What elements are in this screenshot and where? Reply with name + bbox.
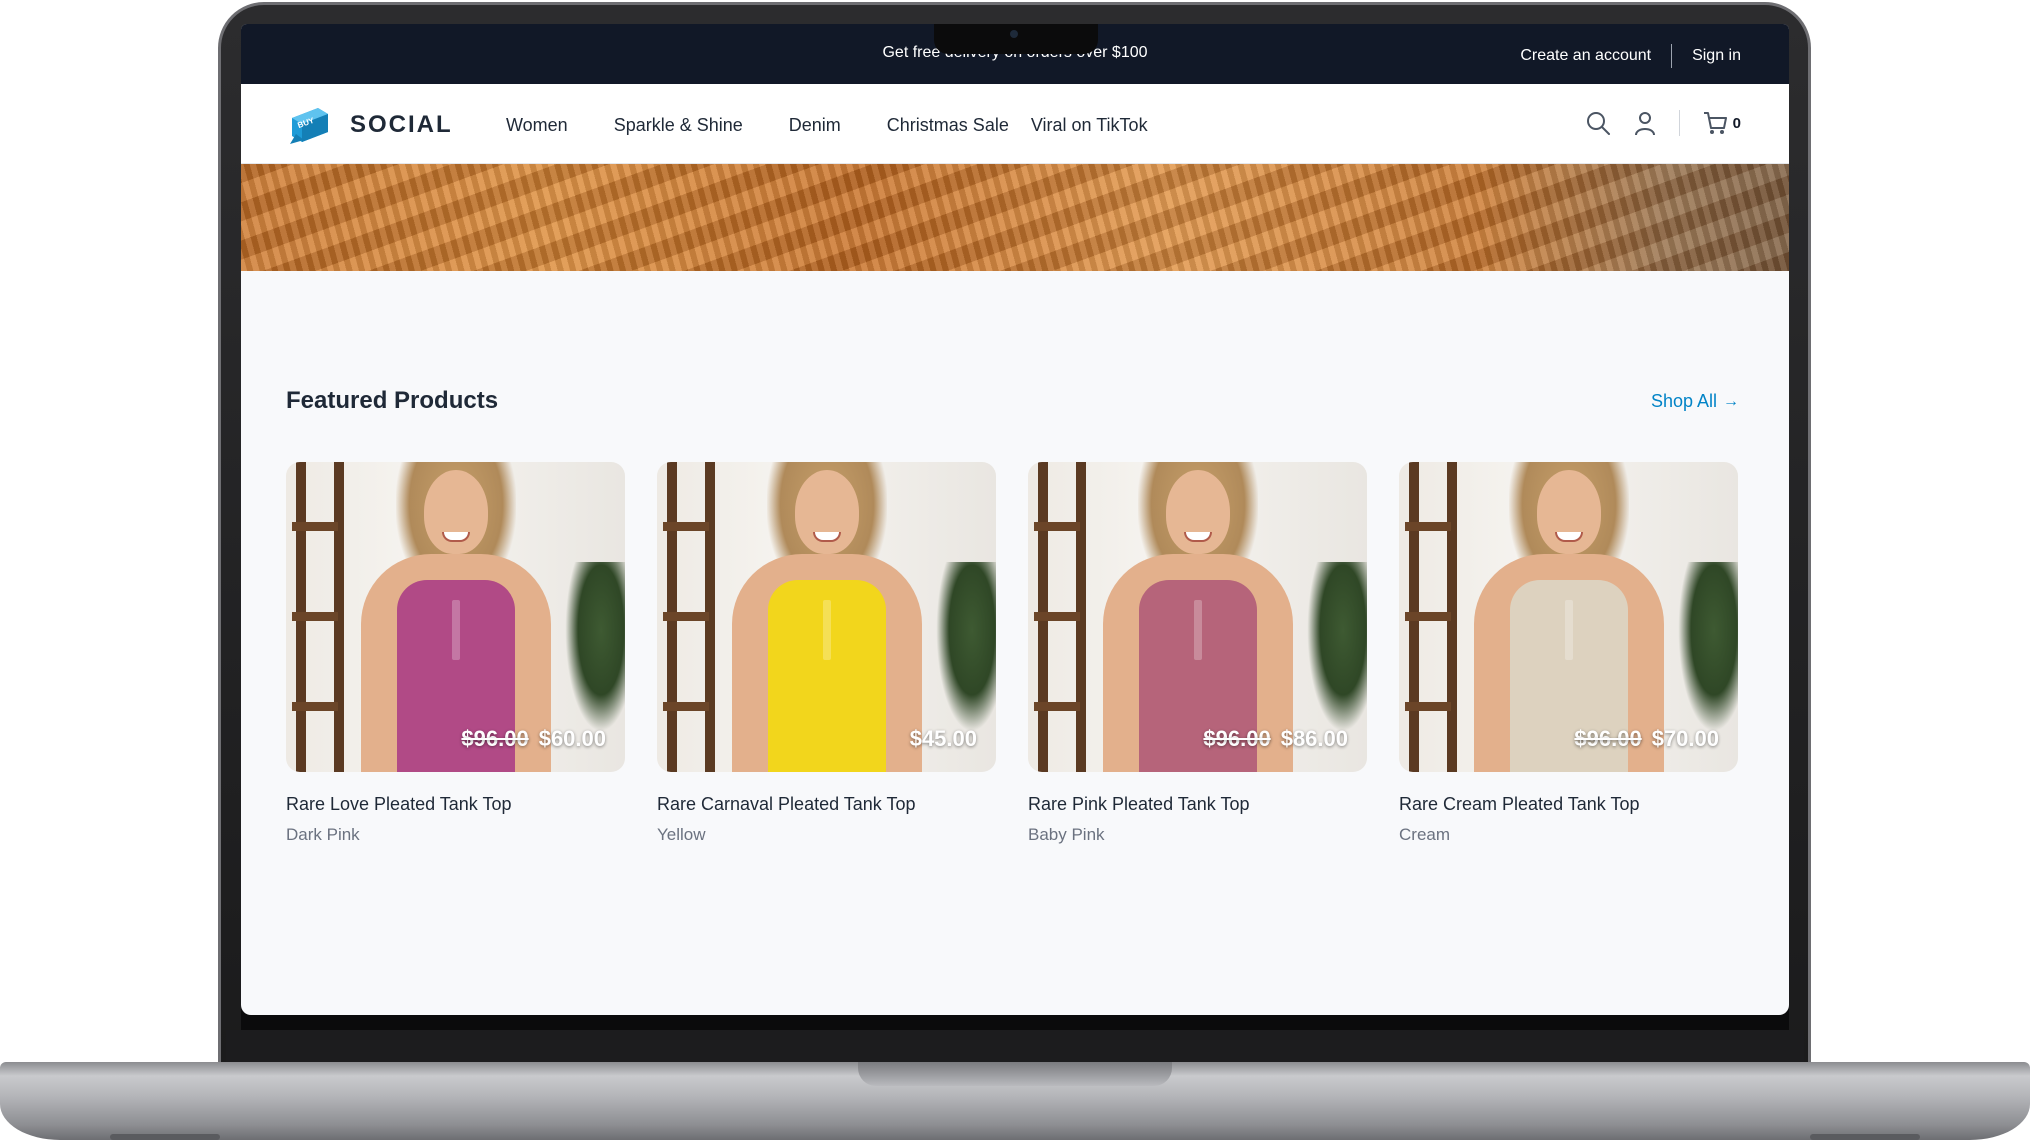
model-smile bbox=[1183, 532, 1212, 542]
laptop-foot bbox=[1810, 1134, 1920, 1140]
shop-all-link[interactable]: Shop All → bbox=[1651, 391, 1739, 412]
tank-placket bbox=[451, 600, 460, 660]
model-face bbox=[1165, 470, 1230, 554]
ladder-rung bbox=[1034, 702, 1080, 711]
product-grid: $96.00 $60.00 Rare Love Pleated Tank Top… bbox=[286, 462, 1738, 845]
site-header: BUY SOCIAL Women Sparkle & Shine Denim C… bbox=[241, 84, 1789, 164]
product-card[interactable]: $96.00 $70.00 Rare Cream Pleated Tank To… bbox=[1399, 462, 1738, 845]
model-face bbox=[794, 470, 859, 554]
laptop-opening-notch bbox=[858, 1062, 1172, 1086]
ladder-rung bbox=[1034, 612, 1080, 621]
product-name[interactable]: Rare Love Pleated Tank Top bbox=[286, 794, 625, 815]
ladder-rung bbox=[663, 522, 709, 531]
ladder-rung bbox=[663, 702, 709, 711]
screen: Get free delivery on orders over $100 Cr… bbox=[241, 24, 1789, 1015]
divider bbox=[1678, 110, 1680, 136]
price-tag: $96.00 $70.00 bbox=[1574, 726, 1719, 752]
account-links: Create an account Sign in bbox=[1520, 44, 1741, 68]
cart-icon[interactable] bbox=[1702, 110, 1728, 136]
product-image[interactable]: $96.00 $70.00 bbox=[1399, 462, 1738, 772]
camera-notch bbox=[934, 24, 1098, 54]
ladder-rung bbox=[1405, 702, 1451, 711]
nav-item-sparkle-shine[interactable]: Sparkle & Shine bbox=[614, 115, 743, 136]
nav-item-denim[interactable]: Denim bbox=[789, 115, 841, 136]
product-color: Yellow bbox=[657, 825, 706, 844]
product-image[interactable]: $45.00 bbox=[657, 462, 996, 772]
sale-price: $70.00 bbox=[1651, 726, 1719, 751]
sale-price: $45.00 bbox=[909, 726, 977, 751]
price-tag: $96.00 $60.00 bbox=[461, 726, 606, 752]
divider bbox=[1671, 44, 1673, 68]
original-price: $96.00 bbox=[1574, 726, 1642, 751]
featured-products-section: Featured Products Shop All → $96.00 $60.… bbox=[241, 271, 1789, 1001]
product-color: Cream bbox=[1399, 825, 1451, 844]
product-name[interactable]: Rare Cream Pleated Tank Top bbox=[1399, 794, 1738, 815]
product-color: Dark Pink bbox=[286, 825, 360, 844]
user-icon[interactable] bbox=[1633, 110, 1657, 136]
camera-icon bbox=[1010, 30, 1018, 38]
ladder-rung bbox=[1034, 522, 1080, 531]
product-name[interactable]: Rare Pink Pleated Tank Top bbox=[1028, 794, 1367, 815]
cart-count[interactable]: 0 bbox=[1733, 115, 1741, 132]
product-card[interactable]: $45.00 Rare Carnaval Pleated Tank Top Ye… bbox=[657, 462, 996, 845]
ladder-rung bbox=[1405, 522, 1451, 531]
ladder-rung bbox=[1405, 612, 1451, 621]
sale-price: $86.00 bbox=[1280, 726, 1348, 751]
create-account-link[interactable]: Create an account bbox=[1520, 47, 1651, 65]
sign-in-link[interactable]: Sign in bbox=[1692, 47, 1741, 65]
product-card[interactable]: $96.00 $86.00 Rare Pink Pleated Tank Top… bbox=[1028, 462, 1367, 845]
original-price: $96.00 bbox=[1203, 726, 1271, 751]
price-tag: $45.00 bbox=[910, 726, 977, 752]
model-face bbox=[1536, 470, 1601, 554]
laptop-chin bbox=[226, 1030, 1804, 1064]
hero-banner-image[interactable] bbox=[241, 164, 1789, 271]
nav-item-women[interactable]: Women bbox=[506, 115, 568, 136]
search-icon[interactable] bbox=[1585, 110, 1611, 136]
product-color: Baby Pink bbox=[1028, 825, 1105, 844]
price-tag: $96.00 $86.00 bbox=[1203, 726, 1348, 752]
ladder-rung bbox=[292, 522, 338, 531]
model-smile bbox=[1554, 532, 1583, 542]
ladder-rung bbox=[663, 612, 709, 621]
ladder-rung bbox=[292, 702, 338, 711]
ladder-rung bbox=[292, 612, 338, 621]
tank-placket bbox=[822, 600, 831, 660]
plant-decoration bbox=[1307, 562, 1367, 732]
model-smile bbox=[441, 532, 470, 542]
tank-placket bbox=[1193, 600, 1202, 660]
plant-decoration bbox=[936, 562, 996, 732]
logo-mark-icon: BUY bbox=[290, 108, 328, 144]
header-tools: 0 bbox=[1585, 110, 1741, 136]
original-price: $96.00 bbox=[461, 726, 529, 751]
laptop-foot bbox=[110, 1134, 220, 1140]
main-nav: Women Sparkle & Shine Denim Christmas Sa… bbox=[506, 115, 1194, 136]
logo-text: SOCIAL bbox=[350, 111, 453, 138]
plant-decoration bbox=[565, 562, 625, 732]
section-title: Featured Products bbox=[286, 387, 499, 414]
nav-item-christmas-sale[interactable]: Christmas Sale bbox=[887, 115, 1009, 136]
product-image[interactable]: $96.00 $86.00 bbox=[1028, 462, 1367, 772]
arrow-right-icon: → bbox=[1723, 392, 1739, 410]
nav-item-viral-on-tiktok[interactable]: Viral on TikTok bbox=[1031, 115, 1148, 136]
tank-placket bbox=[1564, 600, 1573, 660]
shop-all-label: Shop All bbox=[1650, 391, 1717, 411]
product-name[interactable]: Rare Carnaval Pleated Tank Top bbox=[657, 794, 996, 815]
sale-price: $60.00 bbox=[538, 726, 606, 751]
model-face bbox=[423, 470, 488, 554]
tank-top bbox=[767, 580, 886, 772]
product-image[interactable]: $96.00 $60.00 bbox=[286, 462, 625, 772]
logo[interactable]: BUY SOCIAL bbox=[288, 104, 453, 146]
model-smile bbox=[812, 532, 841, 542]
product-card[interactable]: $96.00 $60.00 Rare Love Pleated Tank Top… bbox=[286, 462, 625, 845]
plant-decoration bbox=[1678, 562, 1738, 732]
